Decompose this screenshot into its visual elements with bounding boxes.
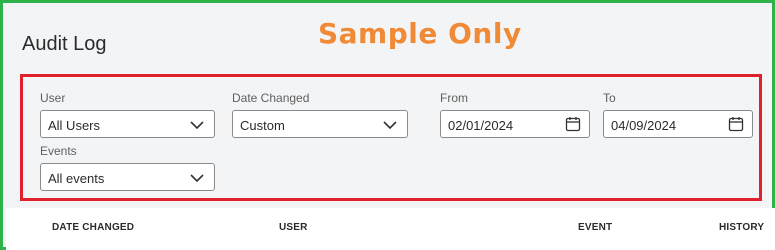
date-changed-filter-select[interactable]: Custom (232, 110, 408, 138)
from-date-label: From (440, 91, 468, 105)
user-filter-label: User (40, 91, 66, 105)
table-header-row: DATE CHANGED USER EVENT HISTORY (6, 208, 775, 250)
events-filter-label: Events (40, 144, 77, 158)
chevron-down-icon (383, 121, 397, 130)
screenshot-frame: Audit Log Sample Only User All Users Dat… (0, 0, 775, 250)
chevron-down-icon (190, 121, 204, 130)
events-filter-select[interactable]: All events (40, 163, 215, 191)
column-header-event[interactable]: EVENT (578, 222, 612, 233)
user-filter-value: All Users (48, 118, 101, 133)
calendar-icon[interactable] (728, 116, 744, 132)
chevron-down-icon (190, 174, 204, 183)
page-title: Audit Log (22, 33, 107, 55)
from-date-value: 02/01/2024 (448, 118, 514, 133)
column-header-date-changed[interactable]: DATE CHANGED (52, 222, 134, 233)
to-date-label: To (603, 91, 616, 105)
to-date-input[interactable]: 04/09/2024 (603, 110, 753, 138)
to-date-value: 04/09/2024 (611, 118, 677, 133)
calendar-icon[interactable] (565, 116, 581, 132)
column-header-history[interactable]: HISTORY (719, 222, 764, 233)
events-filter-value: All events (48, 171, 105, 186)
user-filter-select[interactable]: All Users (40, 110, 215, 138)
sample-watermark: Sample Only (318, 17, 522, 50)
filter-panel: User All Users Date Changed Custom From … (20, 74, 762, 201)
date-changed-filter-value: Custom (240, 118, 285, 133)
date-changed-filter-label: Date Changed (232, 91, 310, 105)
column-header-user[interactable]: USER (279, 222, 308, 233)
from-date-input[interactable]: 02/01/2024 (440, 110, 590, 138)
